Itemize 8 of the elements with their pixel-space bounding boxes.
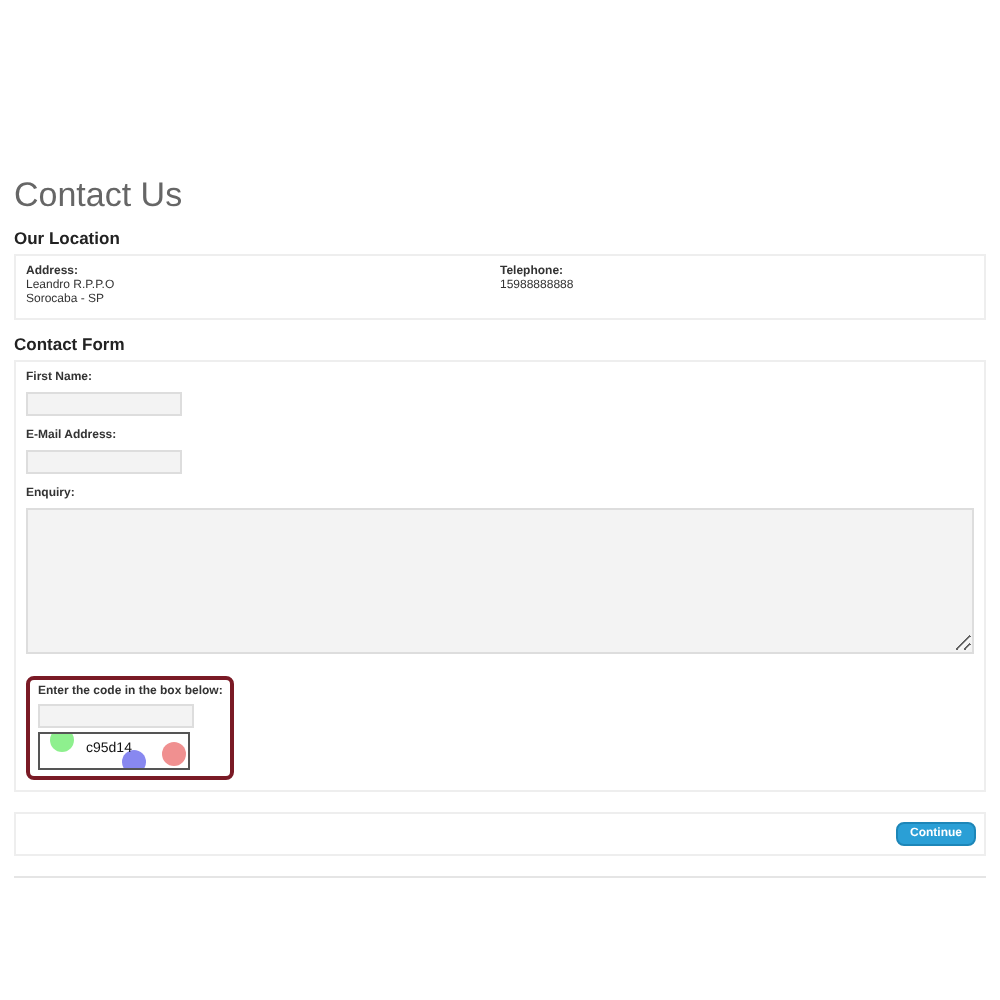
enquiry-field[interactable] <box>26 508 974 654</box>
section-heading: Contact Form <box>14 334 127 354</box>
input-field[interactable] <box>26 392 182 416</box>
section-heading: Our Location <box>14 228 122 248</box>
page-title: Contact Us <box>14 176 185 216</box>
input-field[interactable] <box>26 450 182 474</box>
circle-icon <box>162 742 186 766</box>
captcha-field[interactable] <box>38 704 194 728</box>
